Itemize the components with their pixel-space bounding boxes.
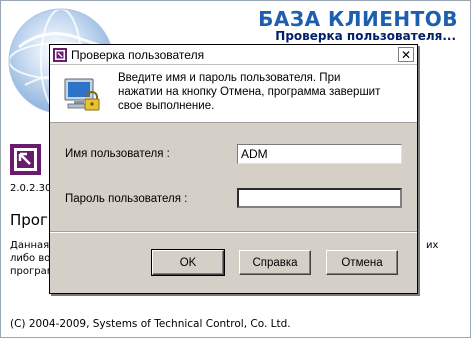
dialog-titlebar[interactable]: Проверка пользователя ✕ bbox=[50, 45, 417, 65]
username-field[interactable] bbox=[237, 144, 402, 164]
help-button[interactable]: Справка bbox=[239, 250, 311, 275]
password-field[interactable] bbox=[237, 188, 402, 208]
info-panel: Введите имя и пароль пользователя. При н… bbox=[50, 65, 417, 123]
copyright-text: (С) 2004-2009, Systems of Technical Cont… bbox=[10, 318, 291, 330]
close-icon: ✕ bbox=[400, 47, 412, 62]
info-text: Введите имя и пароль пользователя. При н… bbox=[118, 72, 381, 112]
program-description-tail: их bbox=[426, 240, 439, 251]
dialog-title: Проверка пользователя bbox=[71, 47, 205, 62]
password-label: Пароль пользователя : bbox=[65, 193, 188, 205]
program-description: Данная либо во програм bbox=[10, 240, 54, 277]
dialog-title-icon bbox=[53, 47, 67, 62]
username-label: Имя пользователя : bbox=[65, 148, 170, 160]
close-button[interactable]: ✕ bbox=[398, 47, 414, 62]
version-label: 2.0.2.30 bbox=[10, 183, 52, 194]
cancel-button[interactable]: Отмена bbox=[326, 250, 398, 275]
computer-lock-icon bbox=[64, 78, 100, 111]
app-subtitle: Проверка пользователя... bbox=[275, 29, 456, 43]
ok-button[interactable]: OK bbox=[151, 249, 225, 276]
app-title: БАЗА КЛИЕНТОВ bbox=[258, 7, 458, 31]
login-dialog: Проверка пользователя ✕ Введите имя и па… bbox=[49, 44, 418, 294]
dialog-separator bbox=[50, 231, 417, 233]
app-logo-icon bbox=[10, 144, 41, 175]
